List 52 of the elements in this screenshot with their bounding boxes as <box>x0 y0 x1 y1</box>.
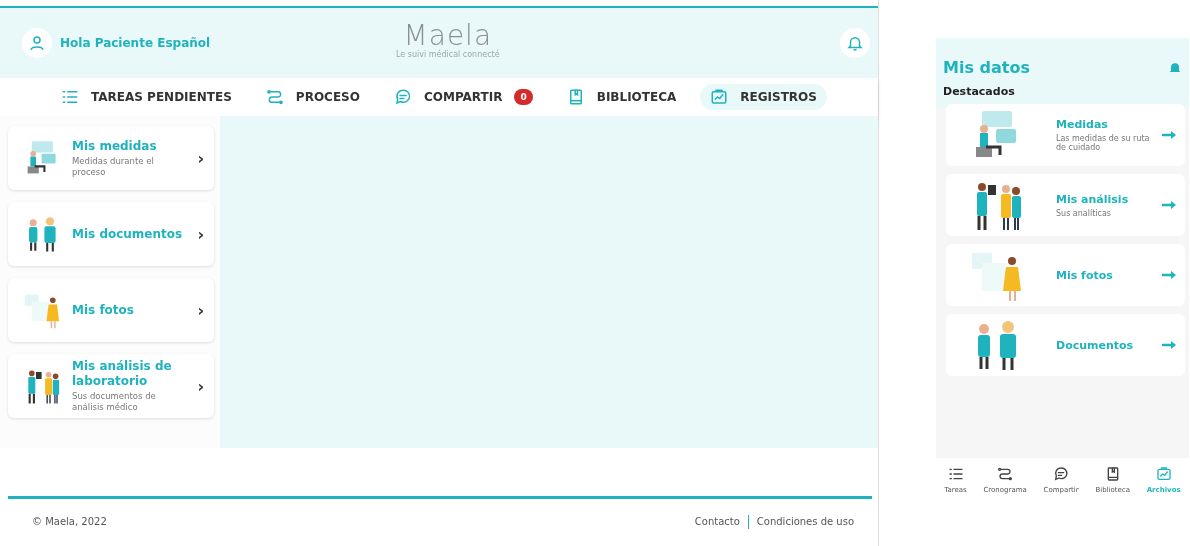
chevron-icon: › <box>197 376 204 396</box>
nav-tab[interactable]: PROCESO <box>255 84 370 110</box>
user-avatar[interactable] <box>22 28 52 58</box>
nav-tab[interactable]: COMPARTIR 0 <box>383 84 543 110</box>
chat-icon <box>393 88 412 106</box>
card-subtitle: Sus documentos de análisis médico <box>72 391 157 413</box>
arrow-icon <box>1161 340 1177 350</box>
arrow-icon <box>1161 200 1177 210</box>
record-card[interactable]: Mis fotos › <box>8 278 214 342</box>
footer-link[interactable]: Condiciones de uso <box>756 516 854 527</box>
arrow-icon <box>1161 130 1177 140</box>
card-subtitle: Sus analíticas <box>1056 208 1112 218</box>
chevron-icon: › <box>197 300 204 320</box>
notification-button[interactable] <box>840 28 870 58</box>
record-card[interactable]: Mis documentos › <box>8 202 214 266</box>
footer-link[interactable]: Contacto <box>694 516 740 527</box>
screen-title: Mis datos <box>943 58 1030 77</box>
chart-icon <box>1155 466 1172 482</box>
logo-tagline: Le suivi médical connecté <box>396 50 500 59</box>
arrow-icon <box>1161 270 1177 280</box>
chevron-icon: › <box>197 148 204 168</box>
card-subtitle: Medidas durante el proceso <box>72 156 155 178</box>
card-title: Mis medidas <box>72 138 158 154</box>
card-title: Documentos <box>1056 338 1135 352</box>
card-title: Mis fotos <box>72 302 135 318</box>
list-icon <box>61 88 80 106</box>
record-card[interactable]: Mis análisis de laboratorio Sus documentos de análisis médico › <box>8 354 214 418</box>
card-title: Mis fotos <box>1056 268 1114 282</box>
record-card[interactable]: Mis medidas Medidas durante el proceso › <box>8 126 214 190</box>
card-title: Mis análisis de laboratorio <box>72 359 173 389</box>
bell-icon <box>846 34 864 52</box>
logo-text: Maela <box>403 22 493 50</box>
nav-tab[interactable]: TAREAS PENDIENTES <box>51 84 242 110</box>
nav-tab[interactable]: BIBLIOTECA <box>556 84 687 110</box>
card-subtitle: Las medidas de su ruta de cuidado <box>1056 134 1151 152</box>
card-title: Medidas <box>1056 118 1109 131</box>
card-title: Mis análisis <box>1056 192 1130 206</box>
copyright-text: © Maela, 2022 <box>32 516 107 527</box>
chevron-icon: › <box>197 224 204 244</box>
user-icon <box>28 34 46 52</box>
card-title: Mis documentos <box>72 226 184 242</box>
route-icon <box>265 88 284 106</box>
nav-tab[interactable]: REGISTROS <box>700 84 827 110</box>
highlight-card[interactable]: Medidas Las medidas de su ruta de cuidado <box>946 104 1185 166</box>
list-icon <box>947 466 964 482</box>
greeting-text: Hola Paciente Español <box>60 36 211 50</box>
chart-icon <box>710 88 729 106</box>
highlight-card[interactable]: Mis análisis Sus analíticas <box>946 174 1185 236</box>
route-icon <box>997 466 1014 482</box>
count-badge: 0 <box>514 89 533 105</box>
chat-icon <box>1053 466 1070 482</box>
section-heading: Destacados <box>943 85 1016 98</box>
